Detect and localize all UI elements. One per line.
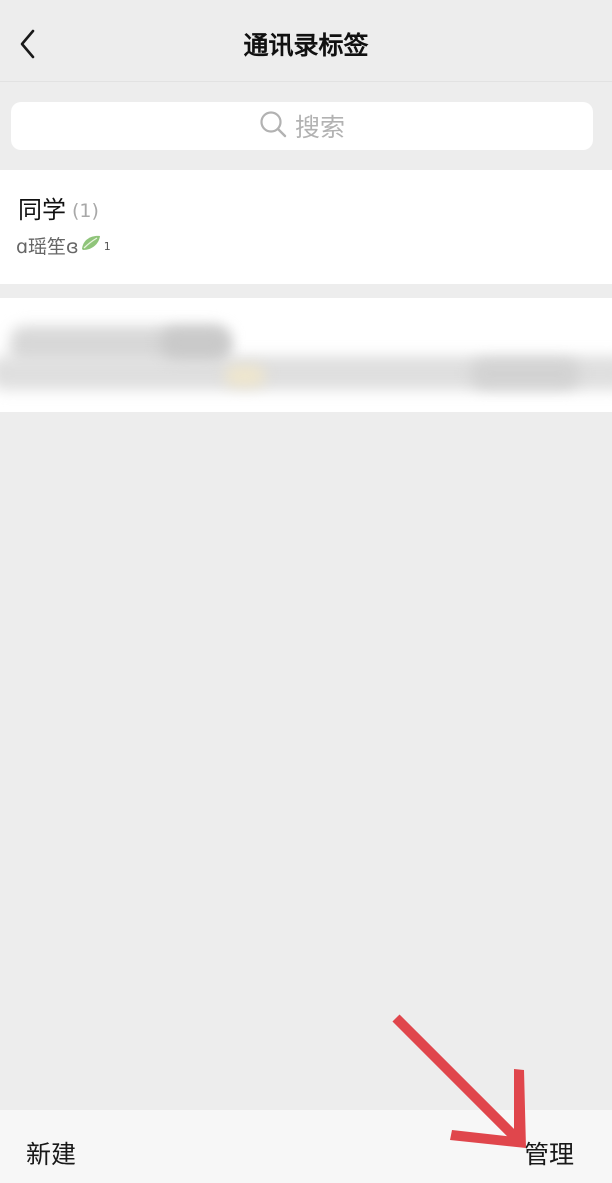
search-input[interactable]: 搜索 (11, 102, 593, 150)
leaf-emoji-icon (80, 232, 102, 262)
search-icon (259, 110, 287, 142)
redacted-content (160, 328, 230, 358)
manage-button[interactable]: 管理 (522, 1131, 576, 1179)
search-placeholder: 搜索 (294, 113, 345, 142)
new-tag-button[interactable]: 新建 (24, 1131, 78, 1179)
tag-members: ɑ瑶笙ɞ 1 (16, 232, 111, 262)
redacted-content (225, 366, 265, 386)
member-suffix: 1 (103, 240, 111, 253)
tag-count: (1) (72, 200, 99, 222)
navigation-bar: 通讯录标签 (0, 0, 612, 82)
tag-name: 同学 (18, 196, 66, 224)
bottom-toolbar (0, 1110, 612, 1183)
page-title: 通讯录标签 (243, 31, 369, 60)
blurred-list-item[interactable] (0, 298, 612, 412)
redacted-content (470, 360, 580, 388)
tag-member-names: ɑ瑶笙ɞ (16, 236, 79, 258)
tag-name-row: 同学 (1) (18, 192, 99, 229)
